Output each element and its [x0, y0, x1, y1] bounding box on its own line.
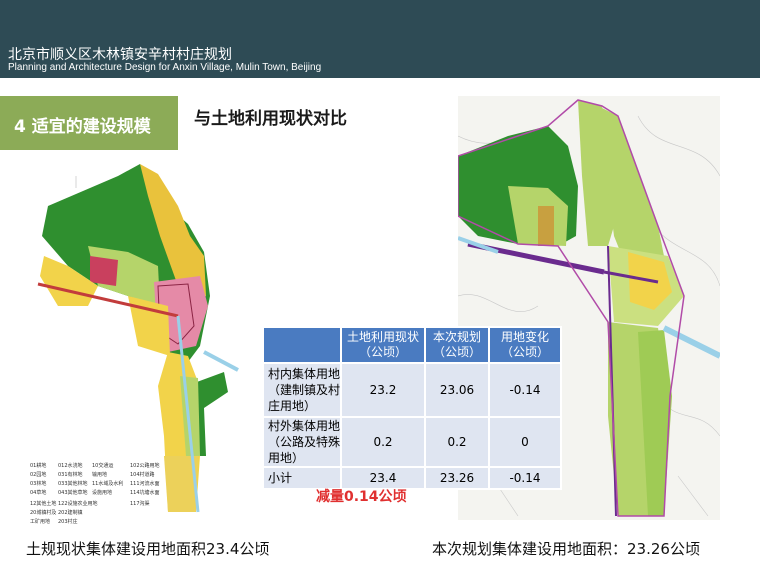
legend-item: 设施用地 — [92, 490, 113, 496]
header-title-cn: 北京市顺义区木林镇安辛村村庄规划 — [8, 47, 232, 63]
legend-item: 202建制镇 — [58, 510, 83, 516]
cell-current: 0.2 — [340, 416, 426, 468]
legend-item: 20城镇村及 — [30, 510, 57, 516]
header-title-en: Planning and Architecture Design for Anx… — [8, 62, 322, 73]
legend-item: 203村庄 — [58, 519, 78, 525]
row-label: 村内集体用地（建制镇及村庄用地） — [262, 362, 342, 418]
reduction-note: 减量0.14公顷 — [316, 489, 407, 505]
legend-item: 工矿用地 — [30, 519, 51, 525]
legend-item: 031有林地 — [58, 472, 83, 478]
land-use-comparison-table: 土地利用现状 （公顷） 本次规划 （公顷） 用地变化 （公顷） 村内集体用地（建… — [262, 326, 562, 490]
table-header-change: 用地变化 （公顷） — [488, 326, 562, 364]
legend-item: 12其他土地 — [30, 501, 57, 507]
legend-item: 104村道路 — [130, 472, 155, 478]
table-row: 村外集体用地（公路及特殊用地） 0.2 0.2 0 — [262, 416, 562, 468]
header-bar: 北京市顺义区木林镇安辛村村庄规划 Planning and Architectu… — [0, 0, 760, 78]
map-legend: 01耕地 012水浇地 10交通运 102公路用地 02园地 031有林地 输用… — [30, 462, 180, 526]
section-badge: 4 适宜的建设规模 — [0, 96, 178, 150]
legend-item: 102公路用地 — [130, 463, 160, 469]
legend-item: 033其他林地 — [58, 481, 88, 487]
legend-item: 114坑塘水面 — [130, 490, 160, 496]
caption-current: 土规现状集体建设用地面积23.4公顷 — [26, 540, 270, 558]
legend-item: 10交通运 — [92, 463, 114, 469]
cell-planned: 23.06 — [424, 362, 490, 418]
caption-planned: 本次规划集体建设用地面积：23.26公顷 — [432, 540, 700, 558]
legend-item: 03林地 — [30, 481, 47, 487]
legend-item: 012水浇地 — [58, 463, 83, 469]
section-label: 4 适宜的建设规模 — [14, 117, 151, 137]
cell-change: -0.14 — [488, 466, 562, 490]
page-heading: 与土地利用现状对比 — [194, 109, 347, 129]
legend-item: 111河流水面 — [130, 481, 160, 487]
legend-item: 043其他草地 — [58, 490, 88, 496]
cell-planned: 23.26 — [424, 466, 490, 490]
table-header-current: 土地利用现状 （公顷） — [340, 326, 426, 364]
table-header-blank — [262, 326, 342, 364]
cell-change: 0 — [488, 416, 562, 468]
legend-item: 04草地 — [30, 490, 47, 496]
row-label: 村外集体用地（公路及特殊用地） — [262, 416, 342, 468]
legend-item: 输用地 — [92, 472, 108, 478]
cell-change: -0.14 — [488, 362, 562, 418]
legend-item: 122设施农业用地 — [58, 501, 98, 507]
table-header-row: 土地利用现状 （公顷） 本次规划 （公顷） 用地变化 （公顷） — [262, 326, 562, 364]
legend-item: 11水域及水利 — [92, 481, 124, 487]
table-header-planned: 本次规划 （公顷） — [424, 326, 490, 364]
legend-item: 02园地 — [30, 472, 47, 478]
cell-planned: 0.2 — [424, 416, 490, 468]
legend-item: 01耕地 — [30, 463, 47, 469]
legend-item: 117沟渠 — [130, 501, 150, 507]
table-row: 小计 23.4 23.26 -0.14 — [262, 466, 562, 490]
cell-current: 23.2 — [340, 362, 426, 418]
table-row: 村内集体用地（建制镇及村庄用地） 23.2 23.06 -0.14 — [262, 362, 562, 418]
